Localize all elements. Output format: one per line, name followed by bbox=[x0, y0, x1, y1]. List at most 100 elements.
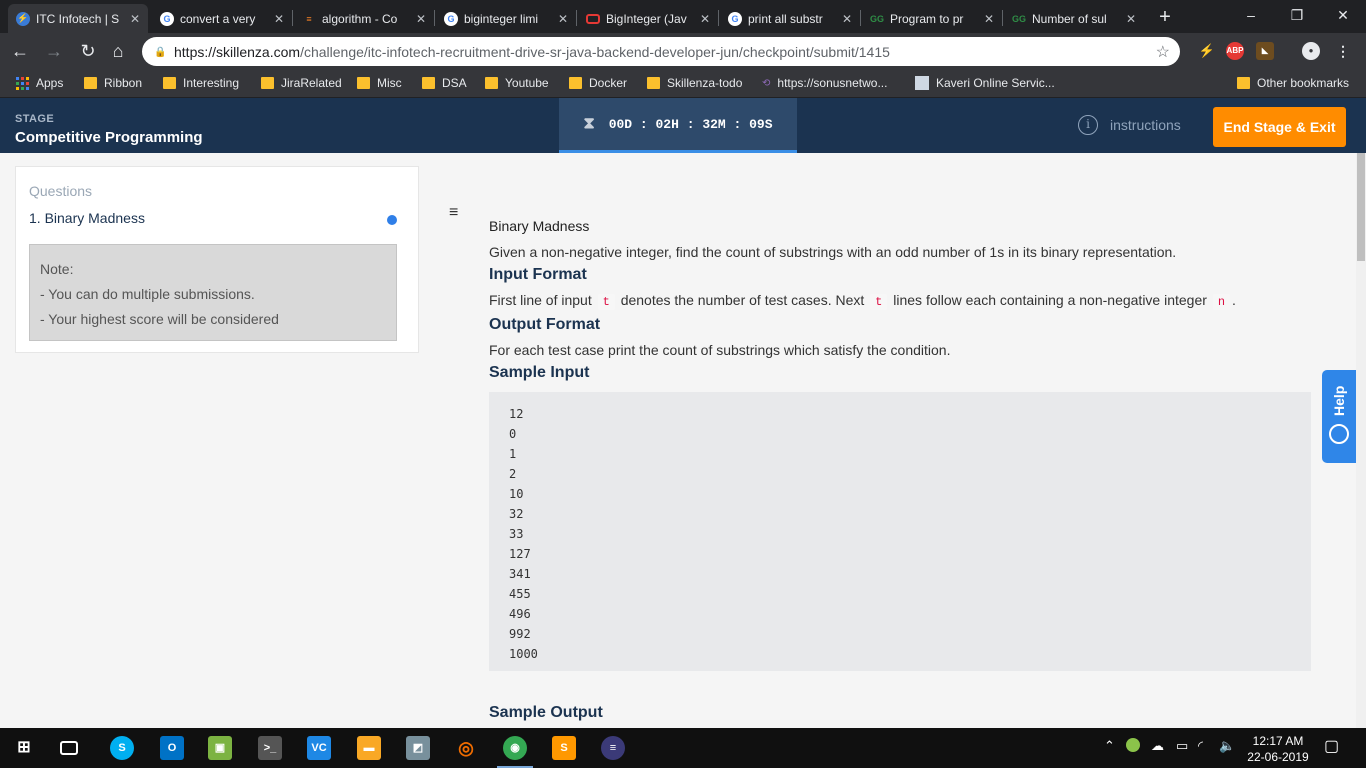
browser-tab[interactable]: G convert a very ✕ bbox=[152, 4, 292, 33]
bookmark-folder[interactable]: JiraRelated bbox=[261, 76, 342, 90]
extension-mascot-icon[interactable]: ◣ bbox=[1256, 42, 1274, 60]
extension-icon[interactable]: ⚡ bbox=[1198, 42, 1216, 60]
note-line: - You can do multiple submissions. bbox=[40, 286, 255, 302]
bookmark-folder[interactable]: Youtube bbox=[485, 76, 549, 90]
vmware-icon[interactable]: ▣ bbox=[208, 736, 232, 760]
new-tab-button[interactable]: + bbox=[1154, 6, 1176, 28]
outlook-icon[interactable]: O bbox=[160, 736, 184, 760]
sublime-icon[interactable]: S bbox=[552, 736, 576, 760]
profile-avatar-icon[interactable]: ● bbox=[1302, 42, 1320, 60]
home-icon[interactable]: ⌂ bbox=[106, 39, 130, 63]
task-view-icon[interactable] bbox=[60, 741, 78, 755]
folder-icon bbox=[1237, 77, 1250, 89]
close-tab-icon[interactable]: ✕ bbox=[842, 12, 852, 26]
input-format-heading: Input Format bbox=[489, 266, 587, 283]
questions-panel: Questions 1. Binary Madness Note: - You … bbox=[15, 166, 419, 353]
reload-icon[interactable]: ↻ bbox=[76, 39, 100, 63]
info-icon: i bbox=[1078, 115, 1098, 135]
browser-tab[interactable]: ⚡ ITC Infotech | S ✕ bbox=[8, 4, 148, 33]
stackoverflow-icon: ≡ bbox=[306, 13, 312, 24]
browser-tab-strip: ⚡ ITC Infotech | S ✕ G convert a very ✕ … bbox=[0, 0, 1366, 33]
page-scrollbar[interactable] bbox=[1356, 153, 1366, 728]
oracle-icon bbox=[586, 13, 600, 24]
tray-app-icon[interactable] bbox=[1126, 738, 1140, 752]
adblock-plus-icon[interactable]: ABP bbox=[1226, 42, 1244, 60]
hamburger-menu-icon[interactable]: ≡ bbox=[449, 204, 462, 222]
google-icon: G bbox=[444, 11, 458, 26]
browser-tab[interactable]: G print all substr ✕ bbox=[720, 4, 860, 33]
chrome-icon[interactable]: ◉ bbox=[497, 736, 533, 768]
folder-icon bbox=[84, 77, 97, 89]
battery-icon[interactable]: ▭ bbox=[1176, 738, 1188, 754]
restore-button[interactable]: ❐ bbox=[1274, 0, 1320, 30]
bookmark-apps[interactable]: Apps bbox=[16, 76, 63, 90]
file-explorer-icon[interactable]: ▬ bbox=[357, 736, 381, 760]
skype-icon[interactable]: S bbox=[110, 736, 134, 760]
close-tab-icon[interactable]: ✕ bbox=[700, 12, 710, 26]
questions-heading: Questions bbox=[29, 183, 93, 199]
bookmark-folder[interactable]: DSA bbox=[422, 76, 467, 90]
bookmark-link[interactable]: ⟲ https://sonusnetwo... bbox=[762, 76, 887, 90]
output-format-text: For each test case print the count of su… bbox=[489, 342, 951, 358]
tab-title: BigInteger (Jav bbox=[606, 11, 687, 26]
bookmark-folder[interactable]: Misc bbox=[357, 76, 402, 90]
bookmarks-bar: Apps Ribbon Interesting JiraRelated Misc… bbox=[0, 70, 1366, 98]
close-tab-icon[interactable]: ✕ bbox=[558, 12, 568, 26]
other-bookmarks[interactable]: Other bookmarks bbox=[1237, 76, 1349, 90]
bookmark-link[interactable]: Kaveri Online Servic... bbox=[915, 76, 1055, 90]
terminal-icon[interactable]: >_ bbox=[258, 736, 282, 760]
minimize-button[interactable]: – bbox=[1228, 0, 1274, 30]
stage-header: STAGE Competitive Programming ⧗ 00D : 02… bbox=[0, 98, 1366, 153]
eclipse-icon[interactable]: ≡ bbox=[601, 736, 625, 760]
browser-tab[interactable]: GG Number of sul ✕ bbox=[1004, 4, 1144, 33]
wifi-icon[interactable]: ◜ bbox=[1198, 738, 1203, 754]
folder-icon bbox=[485, 77, 498, 89]
bookmark-folder[interactable]: Interesting bbox=[163, 76, 239, 90]
note-line: - Your highest score will be considered bbox=[40, 311, 279, 327]
postman-icon[interactable]: ◎ bbox=[454, 736, 478, 760]
volume-icon[interactable]: 🔈 bbox=[1219, 738, 1235, 754]
bookmark-folder[interactable]: Docker bbox=[569, 76, 627, 90]
sample-input-block: 12 0 1 2 10 32 33 127 341 455 496 992 10… bbox=[489, 392, 1311, 671]
tab-title: Program to pr bbox=[890, 11, 964, 26]
back-arrow-icon[interactable]: ← bbox=[8, 39, 32, 63]
help-button[interactable]: Help bbox=[1322, 370, 1356, 463]
geeksforgeeks-icon: GG bbox=[870, 13, 885, 24]
close-window-button[interactable]: ✕ bbox=[1320, 0, 1366, 30]
tray-expand-icon[interactable]: ⌃ bbox=[1104, 738, 1115, 754]
bookmark-folder[interactable]: Ribbon bbox=[84, 76, 142, 90]
folder-icon bbox=[261, 77, 274, 89]
forward-arrow-icon[interactable]: → bbox=[42, 39, 66, 63]
close-tab-icon[interactable]: ✕ bbox=[130, 12, 140, 26]
windows-start-icon[interactable]: ⊞ bbox=[12, 736, 36, 760]
instructions-link[interactable]: i instructions bbox=[1078, 115, 1181, 135]
notification-icon[interactable]: ▢ bbox=[1324, 736, 1339, 756]
close-tab-icon[interactable]: ✕ bbox=[984, 12, 994, 26]
tab-title: print all substr bbox=[748, 11, 823, 26]
browser-tab[interactable]: GG Program to pr ✕ bbox=[862, 4, 1002, 33]
menu-dots-icon[interactable]: ⋮ bbox=[1334, 42, 1352, 60]
system-clock[interactable]: 12:17 AM 22-06-2019 bbox=[1246, 733, 1310, 765]
browser-tab[interactable]: G biginteger limi ✕ bbox=[436, 4, 576, 33]
close-tab-icon[interactable]: ✕ bbox=[274, 12, 284, 26]
browser-tab[interactable]: ≡ algorithm - Co ✕ bbox=[294, 4, 434, 33]
folder-icon bbox=[569, 77, 582, 89]
cloud-icon[interactable]: ☁ bbox=[1151, 738, 1164, 754]
question-item[interactable]: 1. Binary Madness bbox=[29, 210, 145, 226]
sample-input-heading: Sample Input bbox=[489, 364, 590, 381]
apps-grid-icon bbox=[16, 76, 29, 90]
problem-statement: Binary Madness Given a non-negative inte… bbox=[489, 218, 1311, 671]
close-tab-icon[interactable]: ✕ bbox=[1126, 12, 1136, 26]
page-icon bbox=[915, 76, 929, 90]
vscode-icon[interactable]: VC bbox=[307, 736, 331, 760]
scrollbar-thumb[interactable] bbox=[1357, 153, 1365, 261]
sticky-notes-icon[interactable]: ◩ bbox=[406, 736, 430, 760]
skillenza-icon: ⚡ bbox=[16, 11, 30, 26]
browser-tab[interactable]: BigInteger (Jav ✕ bbox=[578, 4, 718, 33]
bookmark-folder[interactable]: Skillenza-todo bbox=[647, 76, 742, 90]
address-bar[interactable]: 🔒 https://skillenza.com/challenge/itc-in… bbox=[142, 37, 1180, 66]
folder-icon bbox=[163, 77, 176, 89]
close-tab-icon[interactable]: ✕ bbox=[416, 12, 426, 26]
end-stage-button[interactable]: End Stage & Exit bbox=[1213, 107, 1346, 147]
bookmark-star-icon[interactable]: ☆ bbox=[1156, 42, 1170, 62]
